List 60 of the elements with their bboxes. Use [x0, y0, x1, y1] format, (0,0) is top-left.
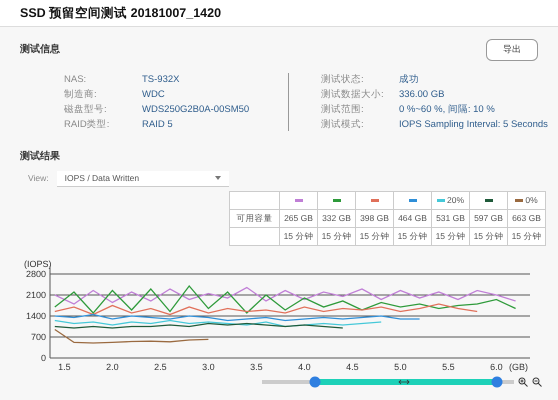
info-label: 测试数据大小:: [321, 88, 385, 100]
info-label: 测试模式:: [321, 118, 365, 130]
info-label: 测试状态:: [321, 72, 365, 86]
range-slider-drawing[interactable]: [262, 376, 514, 388]
x-tick-label: 1.5: [58, 362, 71, 372]
y-tick-label: 2800: [26, 268, 46, 278]
table-cell: 265 GB: [284, 212, 313, 223]
table-cell: 597 GB: [474, 212, 503, 223]
y-tick-label: 700: [30, 332, 46, 342]
table-cell: 464 GB: [398, 212, 427, 223]
table-cell: 15 分钟: [322, 230, 352, 241]
x-tick-label: 3.0: [202, 362, 215, 372]
table-cell: 15 分钟: [398, 230, 428, 241]
column-header: 0%: [525, 194, 538, 206]
info-value: WDC: [142, 88, 165, 100]
y-axis-label: (IOPS): [24, 258, 52, 268]
zoom-out-icon[interactable]: [532, 376, 542, 386]
info-value: 0 %~60 %, 间隔: 10 %: [399, 102, 495, 116]
table-cell: 15 分钟: [474, 230, 504, 241]
window-title: SSD 预留空间测试 20181007_1420: [20, 4, 222, 22]
info-value: IOPS Sampling Interval: 5 Seconds: [399, 118, 548, 130]
x-tick-label: 3.5: [250, 362, 263, 372]
info-value: 成功: [399, 72, 419, 86]
table-cell: 663 GB: [512, 212, 541, 223]
y-tick-label: 0: [40, 352, 46, 362]
x-tick-label: 5.0: [394, 362, 407, 372]
info-label: 制造商:: [64, 88, 98, 100]
y-tick-label: 1400: [26, 310, 46, 320]
caret-icon: [214, 176, 221, 180]
info-label: 磁盘型号:: [64, 102, 108, 116]
x-tick-label: 2.5: [154, 362, 167, 372]
info-label: 测试范围:: [321, 102, 365, 116]
table-cell: 332 GB: [322, 212, 351, 223]
table-cell: 531 GB: [436, 212, 465, 223]
table-cell: 15 分钟: [436, 230, 466, 241]
section-heading: 测试结果: [20, 150, 60, 162]
section-heading: 测试信息: [20, 42, 60, 58]
x-tick-label: 6.0: [490, 362, 503, 372]
export-button[interactable]: 导出: [486, 39, 538, 60]
column-header: 20%: [446, 194, 464, 206]
zoom-in-icon[interactable]: [518, 376, 528, 386]
view-label: View:: [28, 172, 49, 185]
table-cell: 15 分钟: [360, 230, 390, 241]
view-select[interactable]: IOPS / Data Written: [56, 170, 229, 186]
row-label: 可用容量: [236, 212, 272, 223]
table-cell: 398 GB: [360, 212, 389, 223]
table-cell: 15 分钟: [512, 230, 542, 241]
info-label: NAS:: [64, 72, 88, 86]
x-tick-label: 5.5: [442, 362, 455, 372]
info-value: 336.00 GB: [399, 88, 444, 100]
info-label: RAID类型:: [64, 118, 110, 130]
y-tick-label: 2100: [26, 290, 46, 300]
x-tick-label: 2.0: [106, 362, 119, 372]
x-tick-label: 4.5: [346, 362, 359, 372]
table-cell: 15 分钟: [284, 230, 314, 241]
info-value: RAID 5: [142, 118, 173, 130]
info-value: TS-932X: [142, 72, 180, 86]
x-axis-label: (GB): [509, 362, 528, 372]
info-value: WDS250G2B0A-00SM50: [142, 102, 250, 116]
x-tick-label: 4.0: [298, 362, 311, 372]
